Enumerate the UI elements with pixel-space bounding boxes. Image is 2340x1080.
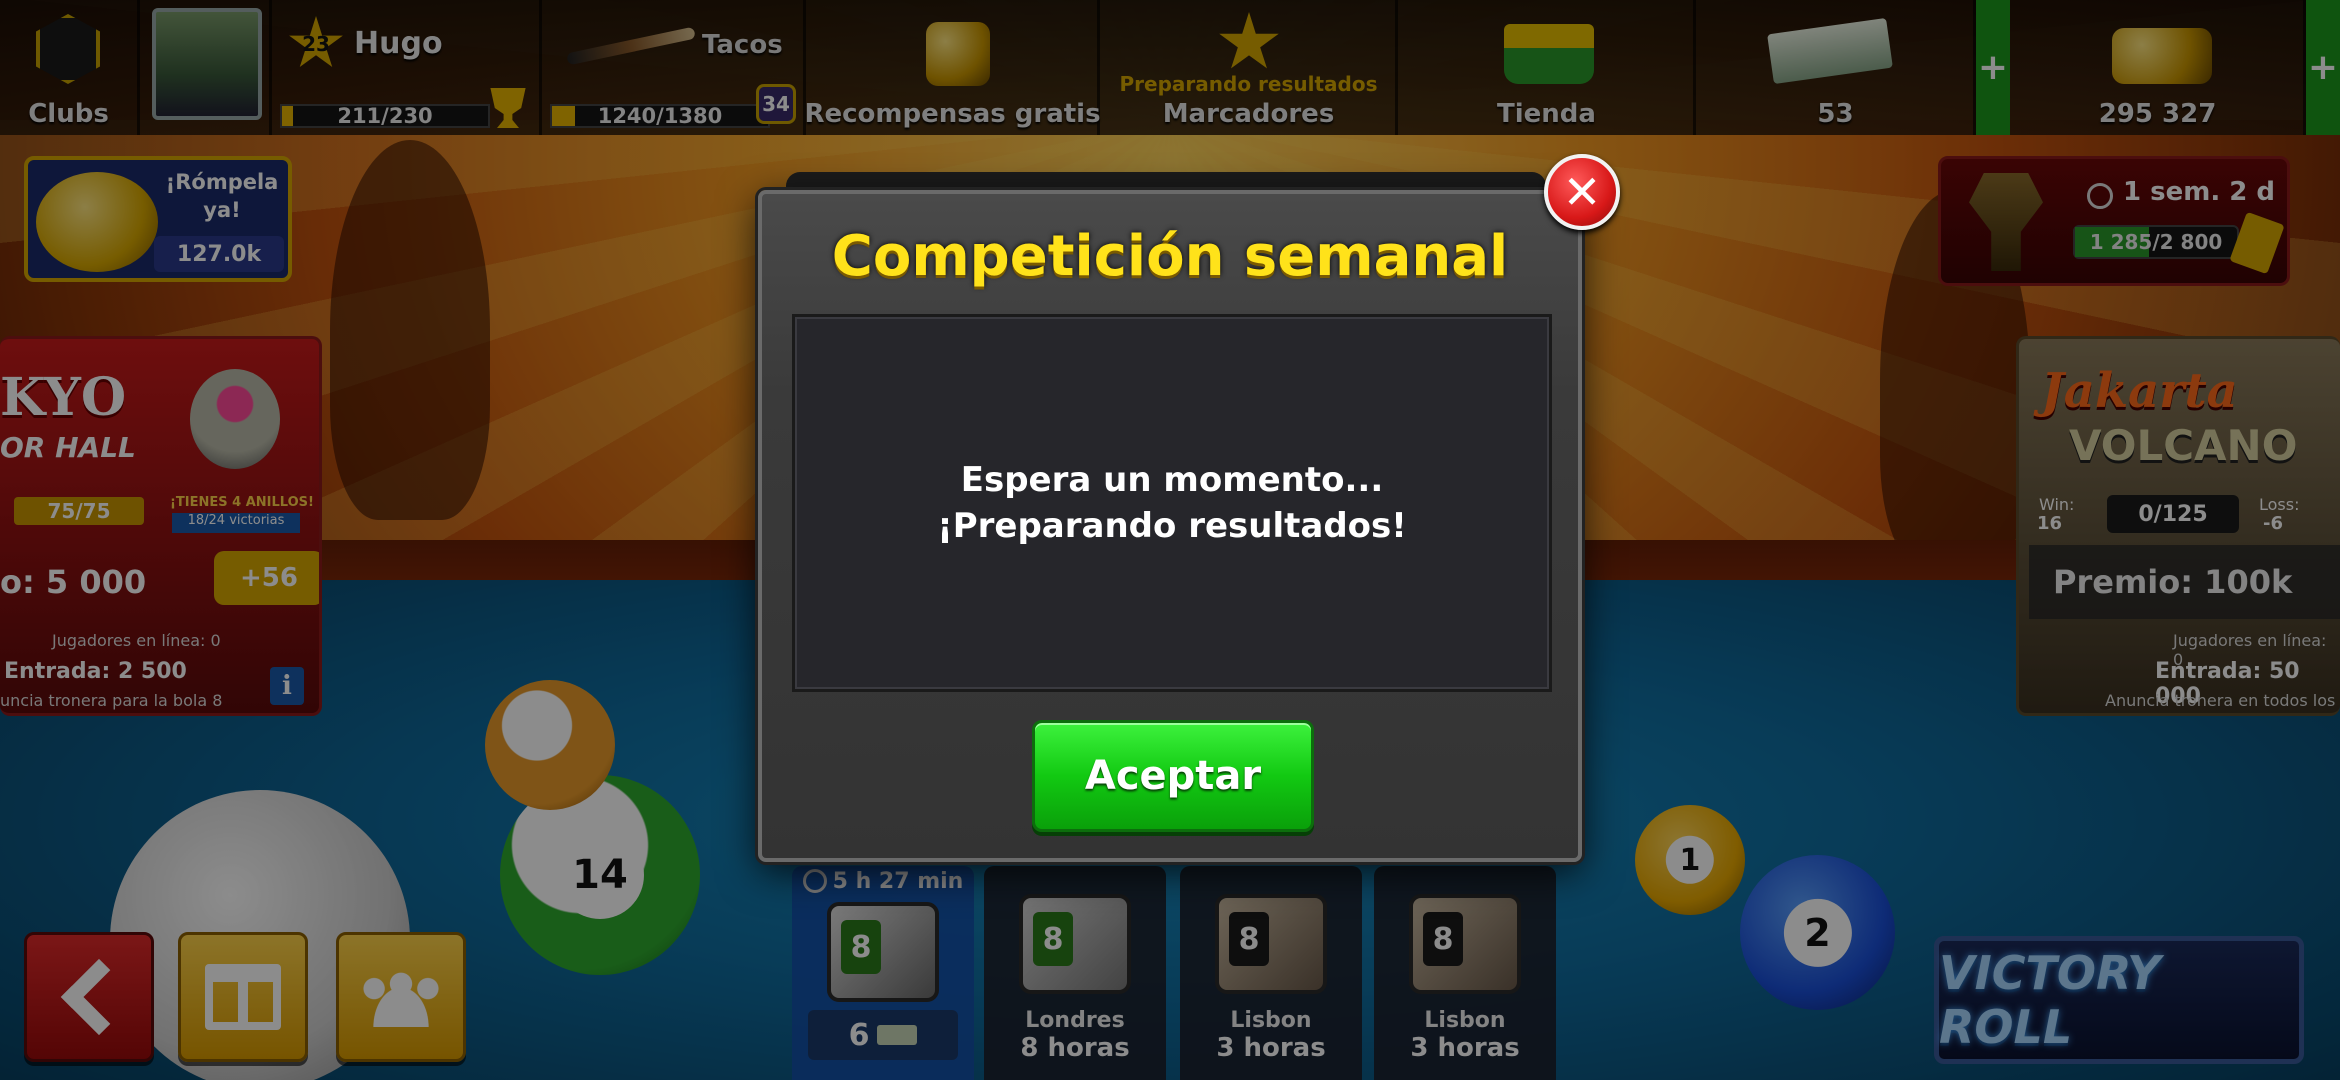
dialog-message-line2: ¡Preparando resultados! xyxy=(937,506,1407,546)
dialog-title: Competición semanal xyxy=(831,224,1509,289)
close-icon[interactable]: ✕ xyxy=(1544,154,1620,230)
dialog-message-line1: Espera un momento... xyxy=(960,460,1384,500)
weekly-competition-dialog: Competición semanal Espera un momento...… xyxy=(758,190,1582,862)
accept-button[interactable]: Aceptar xyxy=(1032,720,1314,832)
dialog-message-box: Espera un momento... ¡Preparando resulta… xyxy=(792,314,1552,692)
